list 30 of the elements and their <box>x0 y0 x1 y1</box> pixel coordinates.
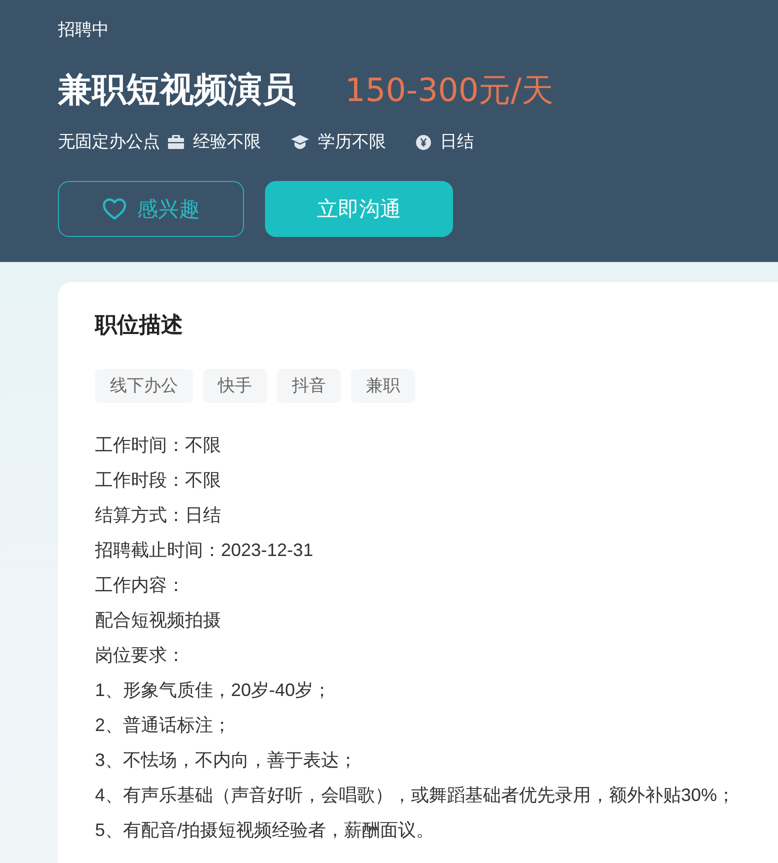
yen-coin-icon <box>416 134 431 150</box>
description-line: 结算方式：日结 <box>95 504 222 527</box>
tag: 线下办公 <box>95 369 193 403</box>
heart-icon <box>102 198 127 220</box>
chat-now-button[interactable]: 立即沟通 <box>265 181 453 237</box>
description-line: 1、形象气质佳，20岁-40岁； <box>95 679 332 702</box>
interested-button[interactable]: 感兴趣 <box>58 181 244 237</box>
tag: 兼职 <box>351 369 415 403</box>
description-line: 5、有配音/拍摄短视频经验者，薪酬面议。 <box>95 819 436 842</box>
job-title: 兼职短视频演员 <box>58 70 296 111</box>
description-line: 2、普通话标注； <box>95 714 232 737</box>
description-line: 配合短视频拍摄 <box>95 609 222 632</box>
job-attribute: 学历不限 <box>318 131 386 153</box>
description-line: 工作时段：不限 <box>95 469 222 492</box>
section-title: 职位描述 <box>95 311 184 339</box>
graduation-cap-icon <box>291 135 309 149</box>
tag: 抖音 <box>277 369 341 403</box>
briefcase-icon <box>168 135 184 149</box>
description-line: 工作时间：不限 <box>95 434 222 457</box>
job-attribute: 日结 <box>440 131 474 153</box>
description-line: 工作内容： <box>95 574 186 597</box>
description-line: 4、有声乐基础（声音好听，会唱歌），或舞蹈基础者优先录用，额外补贴30%； <box>95 784 736 807</box>
description-line: 3、不怯场，不内向，善于表达； <box>95 749 358 772</box>
job-attribute: 经验不限 <box>193 131 261 153</box>
salary-text: 150-300元/天 <box>345 70 554 111</box>
description-line: 招聘截止时间：2023-12-31 <box>95 539 314 562</box>
tag: 快手 <box>203 369 267 403</box>
job-attribute: 无固定办公点 <box>58 131 160 153</box>
status-label: 招聘中 <box>58 19 110 41</box>
description-line: 岗位要求： <box>95 644 186 667</box>
